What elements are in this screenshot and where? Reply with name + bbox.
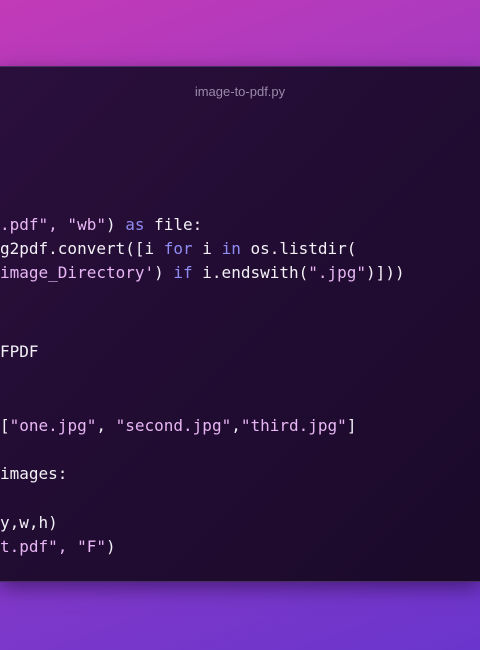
code-token: for bbox=[163, 239, 193, 258]
code-token: ".jpg" bbox=[308, 263, 367, 282]
code-token: "one.jpg" bbox=[9, 416, 97, 435]
code-token: )])) bbox=[366, 263, 405, 282]
code-token: ) bbox=[154, 263, 174, 282]
code-token: if bbox=[173, 263, 193, 282]
code-line: FPDF bbox=[0, 342, 39, 362]
code-token: .pdf", "wb" bbox=[0, 215, 106, 234]
code-line: g2pdf.convert([i for i in os.listdir( bbox=[0, 239, 356, 259]
code-token: , bbox=[231, 416, 241, 435]
code-token: file: bbox=[144, 215, 203, 234]
code-line: y,w,h) bbox=[0, 513, 58, 533]
code-token: ] bbox=[346, 416, 357, 435]
code-token: i.endswith( bbox=[192, 263, 309, 282]
code-token: [ bbox=[0, 416, 10, 435]
code-line: ["one.jpg", "second.jpg","third.jpg"] bbox=[0, 416, 356, 436]
code-token: , bbox=[96, 416, 116, 435]
code-token: ) bbox=[105, 537, 116, 556]
code-token: i bbox=[192, 239, 222, 258]
code-token: in bbox=[221, 239, 241, 258]
code-token: FPDF bbox=[0, 342, 39, 361]
code-token: "third.jpg" bbox=[240, 416, 347, 435]
code-token: g2pdf.convert([i bbox=[0, 239, 164, 258]
code-line: t.pdf", "F") bbox=[0, 537, 116, 557]
code-token: "second.jpg" bbox=[115, 416, 232, 435]
code-token: as bbox=[125, 215, 145, 234]
code-line: image_Directory') if i.endswith(".jpg")]… bbox=[0, 263, 405, 283]
code-editor-window: image-to-pdf.py .pdf", "wb") as file: g2p… bbox=[0, 66, 480, 582]
code-token: ) bbox=[105, 215, 126, 234]
code-token: os.listdir( bbox=[240, 239, 357, 258]
code-token: images: bbox=[0, 464, 68, 483]
code-area: .pdf", "wb") as file: g2pdf.convert([i fo… bbox=[0, 67, 480, 581]
code-line: images: bbox=[0, 464, 67, 484]
code-token: y,w,h) bbox=[0, 513, 58, 532]
code-token: image_Directory' bbox=[0, 263, 155, 282]
code-line: .pdf", "wb") as file: bbox=[0, 215, 202, 235]
code-token: t.pdf", "F" bbox=[0, 537, 106, 556]
